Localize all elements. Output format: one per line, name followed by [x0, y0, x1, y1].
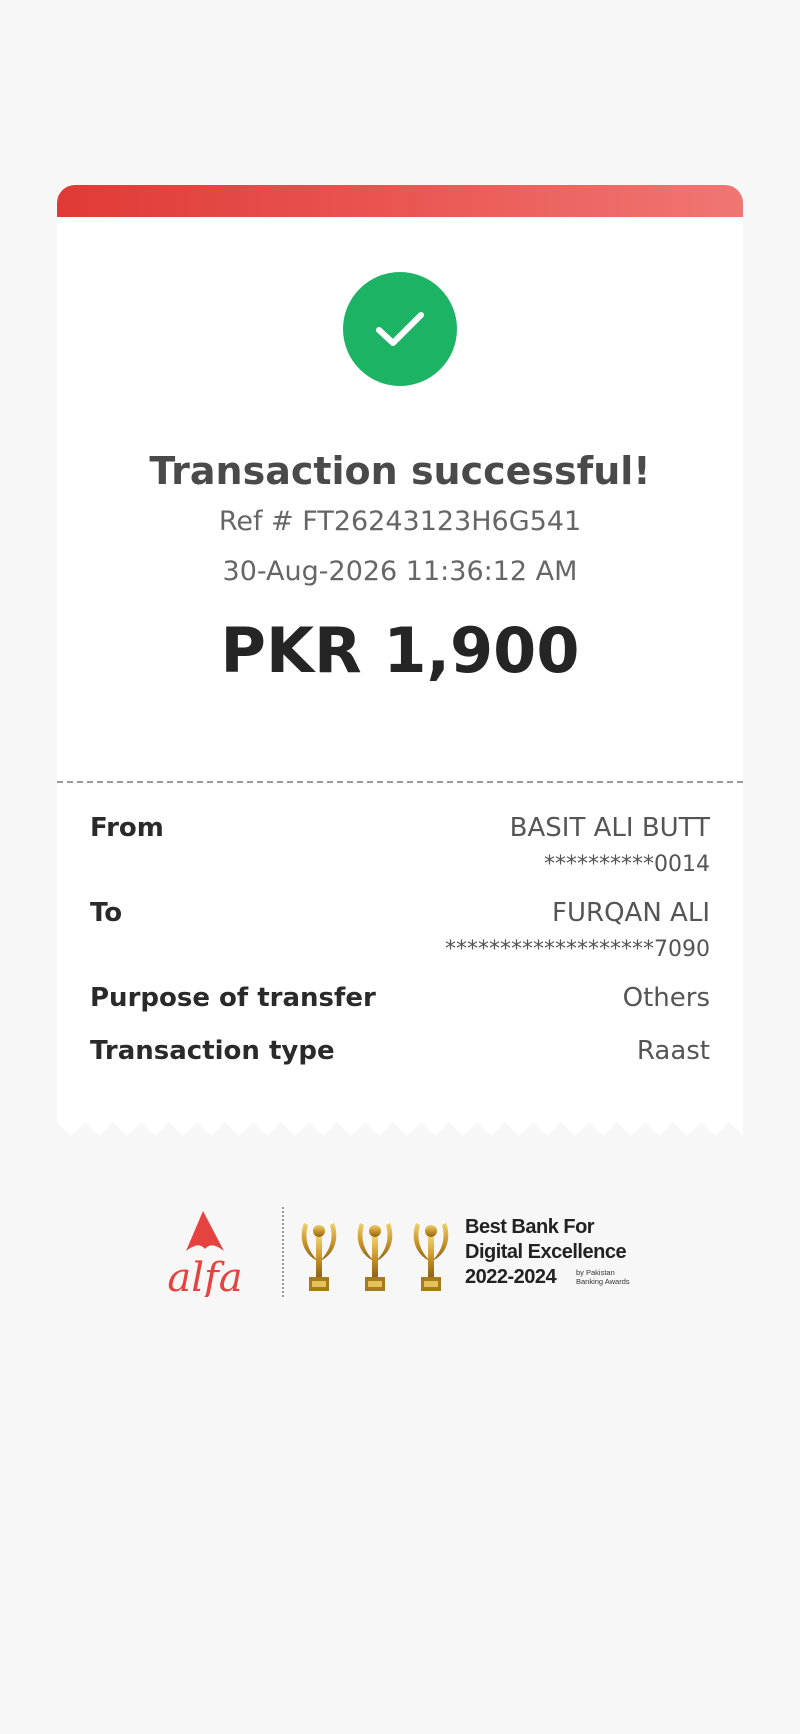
status-section: Transaction successful! Ref # FT26243123… [57, 217, 743, 781]
purpose-label: Purpose of transfer [90, 983, 376, 1013]
transaction-type-label: Transaction type [90, 1036, 335, 1066]
from-label: From [90, 813, 164, 843]
details-section: From BASIT ALI BUTT **********0014 To FU… [57, 783, 743, 1118]
to-account: *******************7090 [445, 937, 710, 962]
receipt-zigzag-edge [57, 1118, 743, 1136]
trophy-icon [357, 1223, 393, 1291]
to-label: To [90, 898, 123, 928]
receipt-header-bar [57, 185, 743, 217]
trophy-icons [301, 1223, 449, 1291]
award-title-line2: Digital Excellence [465, 1241, 627, 1263]
transaction-amount: PKR 1,900 [220, 614, 580, 687]
receipt-card: Transaction successful! Ref # FT26243123… [57, 185, 743, 1136]
check-circle-icon [343, 272, 457, 386]
transaction-datetime: 30-Aug-2026 11:36:12 AM [222, 556, 578, 587]
alfa-logo: alfa [167, 1211, 243, 1297]
reference-number: Ref # FT26243123H6G541 [218, 506, 582, 537]
footer-divider [282, 1207, 284, 1297]
from-account: **********0014 [544, 852, 710, 877]
transaction-receipt-screen: Transaction successful! Ref # FT26243123… [0, 0, 800, 1734]
svg-text:alfa: alfa [167, 1255, 242, 1297]
from-name: BASIT ALI BUTT [509, 813, 710, 843]
purpose-value: Others [622, 983, 710, 1013]
to-name: FURQAN ALI [552, 898, 710, 928]
trophy-icon [301, 1223, 337, 1291]
award-years: 2022-2024 [465, 1266, 557, 1288]
status-title: Transaction successful! [149, 449, 651, 493]
receipt-body: Transaction successful! Ref # FT26243123… [57, 217, 743, 1118]
award-attribution: by Pakistan Banking Awards [576, 1268, 630, 1286]
transaction-type-value: Raast [636, 1036, 710, 1066]
footer-branding: alfa Best Bank For Digital Excellence 20… [162, 1205, 642, 1301]
trophy-icon [413, 1223, 449, 1291]
award-title-line1: Best Bank For [465, 1216, 595, 1238]
